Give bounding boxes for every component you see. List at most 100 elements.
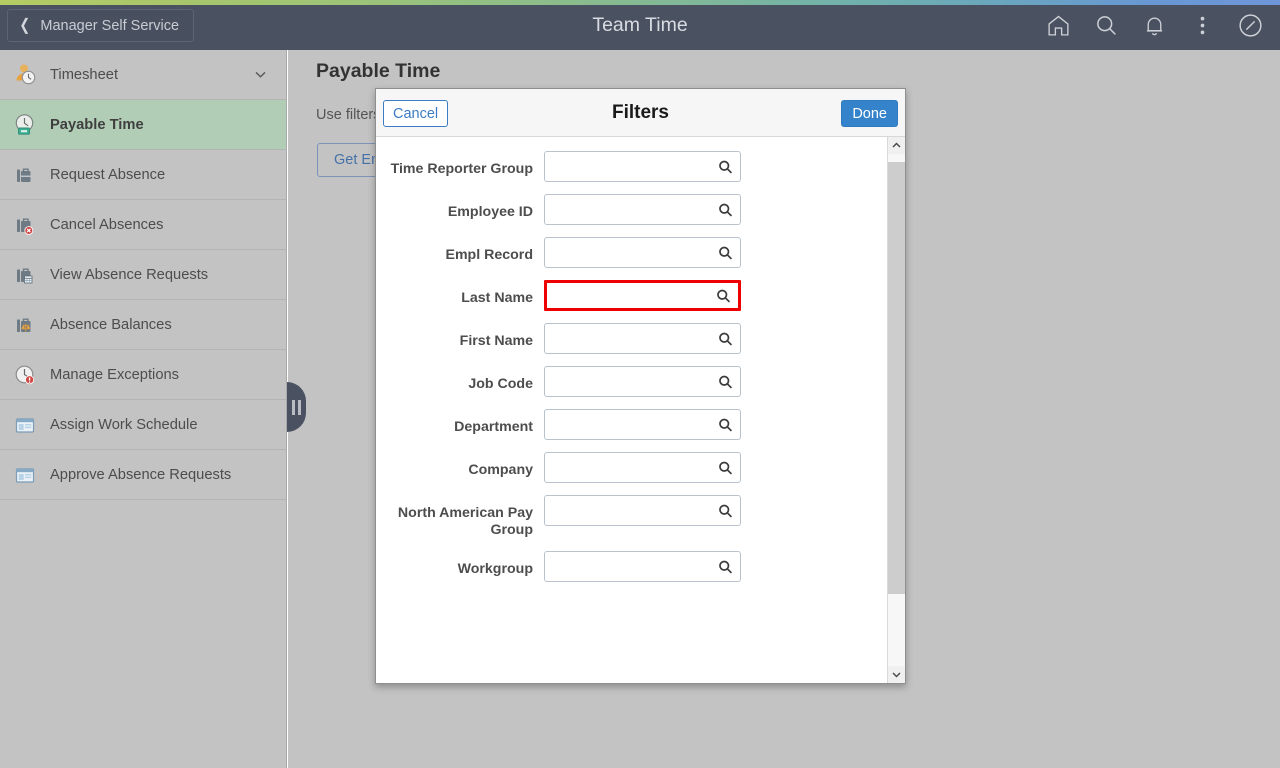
- filters-modal: Cancel Filters Done Time Reporter Group: [375, 88, 906, 684]
- filter-row-last-name: Last Name: [376, 280, 889, 311]
- lookup-search-icon[interactable]: [714, 286, 733, 305]
- filter-row-first-name: First Name: [376, 323, 889, 354]
- filter-row-company: Company: [376, 452, 889, 483]
- back-to-manager-self-service-button[interactable]: ❮ Manager Self Service: [7, 9, 195, 42]
- empl-record-input[interactable]: [545, 238, 710, 267]
- lookup-search-icon[interactable]: [716, 157, 735, 176]
- employee-id-input[interactable]: [545, 195, 710, 224]
- filters-modal-body: Time Reporter Group Employee ID Empl Rec…: [376, 137, 905, 683]
- scroll-up-arrow-icon[interactable]: [888, 137, 905, 154]
- lookup-search-icon[interactable]: [716, 243, 735, 262]
- employee-id-field[interactable]: [544, 194, 741, 225]
- handle-bar-right: [298, 399, 301, 415]
- filters-form: Time Reporter Group Employee ID Empl Rec…: [376, 137, 889, 683]
- filter-row-time-reporter-group: Time Reporter Group: [376, 151, 889, 182]
- filter-label: Workgroup: [457, 561, 533, 577]
- filter-label: Job Code: [468, 376, 533, 392]
- sidebar-item-cancel-absences[interactable]: Cancel Absences: [0, 200, 286, 250]
- filters-modal-header: Cancel Filters Done: [376, 89, 905, 137]
- chevron-down-icon[interactable]: [253, 67, 268, 82]
- filter-row-workgroup: Workgroup: [376, 551, 889, 582]
- done-button-label: Done: [852, 105, 887, 122]
- filter-row-job-code: Job Code: [376, 366, 889, 397]
- last-name-input[interactable]: [547, 283, 712, 308]
- last-name-field[interactable]: [544, 280, 741, 311]
- first-name-field[interactable]: [544, 323, 741, 354]
- timesheet-person-clock-icon: [10, 60, 40, 90]
- department-field[interactable]: [544, 409, 741, 440]
- filter-row-north-american-pay-group: North American Pay Group: [376, 495, 889, 539]
- filter-label: Company: [468, 462, 533, 478]
- filter-label: Time Reporter Group: [390, 161, 533, 177]
- scroll-down-arrow-icon[interactable]: [888, 666, 905, 683]
- sidebar-item-request-absence[interactable]: Request Absence: [0, 150, 286, 200]
- lookup-search-icon[interactable]: [716, 557, 735, 576]
- lookup-search-icon[interactable]: [716, 458, 735, 477]
- lookup-search-icon[interactable]: [716, 329, 735, 348]
- briefcase-cancel-icon: [10, 210, 40, 240]
- time-reporter-group-field[interactable]: [544, 151, 741, 182]
- sidebar-item-label: View Absence Requests: [50, 266, 209, 283]
- search-icon[interactable]: [1082, 0, 1130, 50]
- filter-row-employee-id: Employee ID: [376, 194, 889, 225]
- navbar-compass-icon[interactable]: [1226, 0, 1274, 50]
- filter-label: North American Pay Group: [397, 505, 533, 538]
- sidebar-item-payable-time[interactable]: Payable Time: [0, 100, 286, 150]
- job-code-field[interactable]: [544, 366, 741, 397]
- sidebar-item-label: Approve Absence Requests: [50, 466, 232, 483]
- time-reporter-group-input[interactable]: [545, 152, 710, 181]
- top-accent-strip: [0, 0, 1280, 5]
- briefcase-icon: [10, 160, 40, 190]
- notifications-bell-icon[interactable]: [1130, 0, 1178, 50]
- sidebar-item-approve-absence-requests[interactable]: Approve Absence Requests: [0, 450, 286, 500]
- payable-time-clock-icon: [10, 110, 40, 140]
- job-code-input[interactable]: [545, 367, 710, 396]
- company-input[interactable]: [545, 453, 710, 482]
- chevron-left-icon: ❮: [19, 16, 31, 34]
- empl-record-field[interactable]: [544, 237, 741, 268]
- filter-label: Employee ID: [447, 204, 533, 220]
- sidebar-item-absence-balances[interactable]: Absence Balances: [0, 300, 286, 350]
- filters-scrollbar[interactable]: [887, 137, 905, 683]
- sidebar-navigation: Timesheet Payable Time Request Absence C…: [0, 50, 287, 768]
- header-icon-group: [1034, 0, 1274, 50]
- actions-menu-icon[interactable]: [1178, 0, 1226, 50]
- page-title: Payable Time: [316, 60, 441, 82]
- sidebar-item-label: Manage Exceptions: [50, 366, 180, 383]
- briefcase-balance-icon: [10, 310, 40, 340]
- lookup-search-icon[interactable]: [716, 200, 735, 219]
- north-american-pay-group-field[interactable]: [544, 495, 741, 526]
- sidebar-item-label: Timesheet: [50, 66, 119, 83]
- filter-label: Department: [454, 419, 533, 435]
- company-field[interactable]: [544, 452, 741, 483]
- sidebar-item-label: Absence Balances: [50, 316, 172, 333]
- sidebar-item-manage-exceptions[interactable]: Manage Exceptions: [0, 350, 286, 400]
- scrollbar-track[interactable]: [888, 154, 905, 666]
- filter-row-empl-record: Empl Record: [376, 237, 889, 268]
- done-button[interactable]: Done: [841, 100, 898, 127]
- window-grid-icon: [10, 460, 40, 490]
- lookup-search-icon[interactable]: [716, 415, 735, 434]
- window-grid-icon: [10, 410, 40, 440]
- sidebar-item-assign-work-schedule[interactable]: Assign Work Schedule: [0, 400, 286, 450]
- sidebar-item-view-absence-requests[interactable]: View Absence Requests: [0, 250, 286, 300]
- workgroup-field[interactable]: [544, 551, 741, 582]
- briefcase-calendar-icon: [10, 260, 40, 290]
- workgroup-input[interactable]: [545, 552, 710, 581]
- first-name-input[interactable]: [545, 324, 710, 353]
- filter-label: Last Name: [461, 290, 533, 306]
- north-american-pay-group-input[interactable]: [545, 496, 710, 525]
- sidebar-item-label: Request Absence: [50, 166, 166, 183]
- filter-row-department: Department: [376, 409, 889, 440]
- app-header: ❮ Manager Self Service Team Time: [0, 0, 1280, 50]
- lookup-search-icon[interactable]: [716, 501, 735, 520]
- filters-modal-title: Filters: [611, 102, 670, 123]
- scrollbar-thumb[interactable]: [888, 162, 905, 594]
- sidebar-item-timesheet[interactable]: Timesheet: [0, 50, 286, 100]
- home-icon[interactable]: [1034, 0, 1082, 50]
- filter-label: Empl Record: [445, 247, 533, 263]
- department-input[interactable]: [545, 410, 710, 439]
- lookup-search-icon[interactable]: [716, 372, 735, 391]
- clock-alert-icon: [10, 360, 40, 390]
- filter-label: First Name: [459, 333, 533, 349]
